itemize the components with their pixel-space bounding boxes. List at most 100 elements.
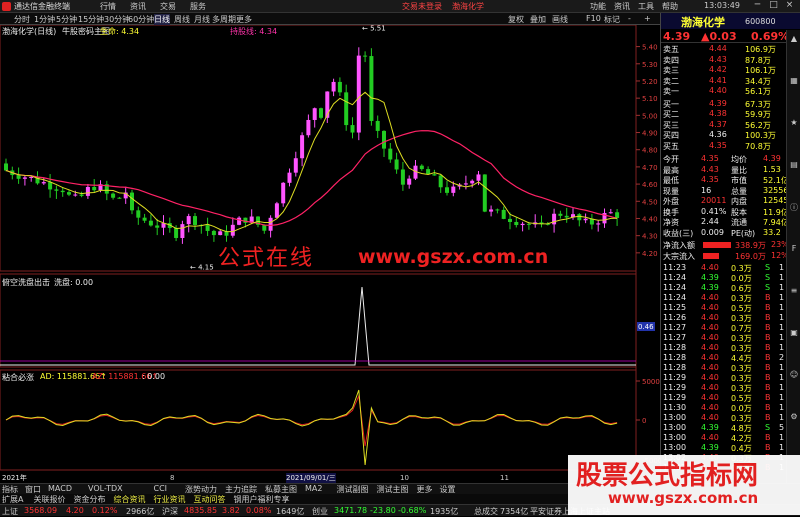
watermark-url-1: www.gszx.com.cn xyxy=(358,246,549,268)
menu-zixun[interactable]: 资讯 xyxy=(130,1,146,12)
bid-row[interactable]: 买二 4.38 59.9万 xyxy=(661,109,787,119)
tick-time: 11:23 xyxy=(663,263,687,272)
huaxian-button[interactable]: 画线 xyxy=(552,14,568,25)
diejia-button[interactable]: 叠加 xyxy=(530,14,546,25)
bid-volume: 100.3万 xyxy=(745,131,776,140)
candle-body xyxy=(564,215,569,218)
candle-body xyxy=(489,209,494,212)
flow-row: 大宗流入 169.0万 12% xyxy=(661,251,789,261)
ask-price: 4.42 xyxy=(709,65,727,74)
bid-row[interactable]: 买五 4.35 70.8万 xyxy=(661,141,787,151)
info-icon[interactable]: ⓘ xyxy=(789,202,799,212)
ask-row[interactable]: 卖二 4.41 34.4万 xyxy=(661,76,787,86)
bid-volume: 67.3万 xyxy=(745,99,771,109)
f-icon[interactable]: F xyxy=(789,244,799,254)
idx-sh-amount: 2966亿 xyxy=(126,507,155,516)
bid-volume: 59.9万 xyxy=(745,110,771,119)
tick-count: 1 xyxy=(779,283,785,292)
candle-body xyxy=(180,224,185,238)
candle-body xyxy=(300,135,305,159)
clock: 13:03:49 xyxy=(704,1,740,10)
period-30min[interactable]: 30分钟 xyxy=(104,14,130,25)
tick-time: 11:28 xyxy=(663,343,687,352)
bid-price: 4.37 xyxy=(709,119,727,129)
tick-count: 1 xyxy=(779,393,785,402)
menu-bangzhu[interactable]: 帮助 xyxy=(662,1,678,12)
indicator-tab[interactable]: MA2 xyxy=(305,484,322,493)
menu-hangqing[interactable]: 行情 xyxy=(100,1,116,12)
period-fenshi[interactable]: 分时 xyxy=(14,14,30,25)
period-15min[interactable]: 15分钟 xyxy=(78,14,104,25)
period-multi[interactable]: 多周期 xyxy=(212,14,236,25)
ask-label: 卖一 xyxy=(663,87,679,96)
chart-area[interactable]: 5.40 5.30 5.20 5.10 5.00 4.90 4.80 4.70 4.60 4.50… xyxy=(0,25,660,483)
period-more[interactable]: 更多 xyxy=(236,14,252,25)
zoom-out-button[interactable]: - xyxy=(628,14,631,23)
list-icon[interactable]: ≡ xyxy=(789,286,799,296)
menu-zixun2[interactable]: 资讯 xyxy=(614,1,630,12)
date-tick-label: 10 xyxy=(400,474,409,482)
f10-button[interactable]: F10 xyxy=(586,14,601,23)
ask-row[interactable]: 卖三 4.42 106.1万 xyxy=(661,65,787,75)
idx-sz-label[interactable]: 沪深 xyxy=(162,506,178,517)
period-60min[interactable]: 60分钟 xyxy=(128,14,154,25)
idx-sh-label[interactable]: 上证 xyxy=(2,506,18,517)
bid-row[interactable]: 买一 4.39 67.3万 xyxy=(661,99,787,109)
stat-row: 收益(三) 0.009 PE(动) 33.2 xyxy=(661,228,787,238)
sub1-pane-frame xyxy=(0,273,637,368)
menu-gongneng[interactable]: 功能 xyxy=(590,1,606,12)
bid-price: 4.36 xyxy=(709,130,727,139)
grid-icon[interactable]: ▦ xyxy=(789,76,799,86)
candle-body xyxy=(4,163,8,171)
tick-price: 4.39 xyxy=(701,423,719,432)
indicator-tab[interactable]: MACD xyxy=(48,484,72,493)
close-button[interactable]: × xyxy=(784,0,795,10)
ask-row[interactable]: 卖五 4.44 106.9万 xyxy=(661,44,787,54)
stat-label2: 股本 xyxy=(731,207,747,217)
stat-value: 4.35 xyxy=(701,154,719,163)
period-week[interactable]: 周线 xyxy=(174,14,190,25)
ask-price: 4.44 xyxy=(709,44,727,53)
tick-row: 11:29 4.40 0.5万 B 1 xyxy=(661,393,787,403)
candlestick-chart[interactable]: 5.40 5.30 5.20 5.10 5.00 4.90 4.80 4.70 4.60 4.50… xyxy=(0,25,660,483)
stat-label2: 总量 xyxy=(731,186,747,196)
period-5min[interactable]: 5分钟 xyxy=(56,14,77,25)
scroll-up-icon[interactable]: ▲ xyxy=(789,34,799,44)
indicator-tab[interactable]: VOL-TDX xyxy=(88,484,123,493)
period-1min[interactable]: 1分钟 xyxy=(34,14,55,25)
candle-body xyxy=(331,81,336,92)
candle-body xyxy=(205,225,210,231)
chart-icon[interactable]: ▤ xyxy=(789,160,799,170)
stat-value2: 12545 xyxy=(763,196,789,205)
zoom-in-button[interactable]: + xyxy=(644,14,651,23)
gear-icon[interactable]: ⚙ xyxy=(789,412,799,422)
idx-cy-label[interactable]: 创业 xyxy=(312,506,328,517)
candle-body xyxy=(426,169,431,175)
fuquan-button[interactable]: 复权 xyxy=(508,14,524,25)
stat-value2: 32556 xyxy=(763,185,789,195)
menu-fuwu[interactable]: 服务 xyxy=(190,1,206,12)
user-icon[interactable]: ☺ xyxy=(789,370,799,380)
candle-body xyxy=(237,217,242,225)
tick-count: 1 xyxy=(779,313,785,322)
menu-gongju[interactable]: 工具 xyxy=(638,1,654,12)
ask-row[interactable]: 卖四 4.43 87.8万 xyxy=(661,55,787,65)
stat-label: 现量 xyxy=(663,186,679,196)
tick-time: 13:00 xyxy=(663,443,687,452)
trade-login-status[interactable]: 交易未登录 xyxy=(402,1,442,12)
maximize-button[interactable]: □ xyxy=(768,0,779,10)
indicator-tab[interactable]: CCI xyxy=(154,484,168,493)
period-day[interactable]: 日线 xyxy=(154,14,170,25)
star-icon[interactable]: ★ xyxy=(789,118,799,128)
bid-row[interactable]: 买四 4.36 100.3万 xyxy=(661,130,787,140)
stat-label2: 均价 xyxy=(731,155,747,164)
ask-row[interactable]: 卖一 4.40 56.1万 xyxy=(661,86,787,96)
period-month[interactable]: 月线 xyxy=(194,14,210,25)
bid-row[interactable]: 买三 4.37 56.2万 xyxy=(661,120,787,130)
biaoji-button[interactable]: 标记 xyxy=(604,14,620,25)
doc-icon[interactable]: ▣ xyxy=(789,328,799,338)
minimize-button[interactable]: ─ xyxy=(752,0,763,10)
candle-body xyxy=(73,194,78,196)
menu-jiaoyi[interactable]: 交易 xyxy=(160,1,176,12)
idx-sz-value: 4835.85 xyxy=(184,506,218,515)
